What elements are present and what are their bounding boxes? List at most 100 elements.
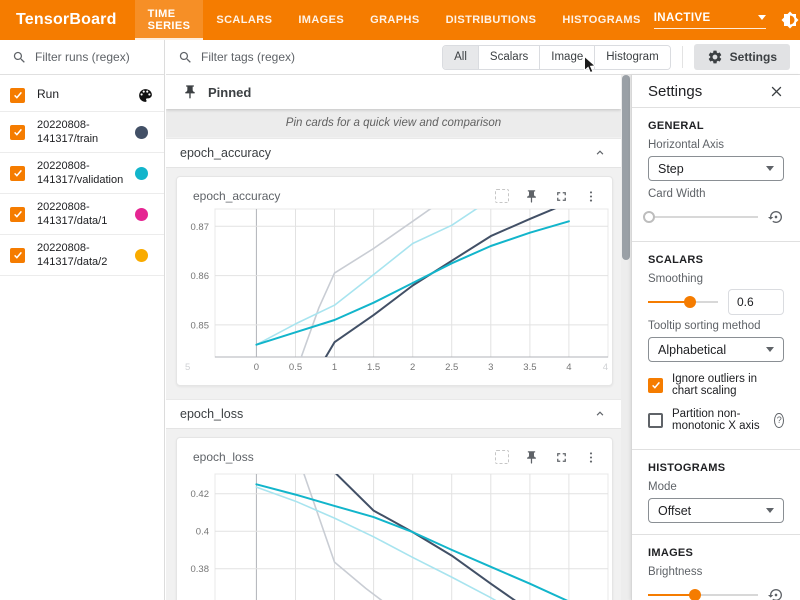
section-heading: HISTOGRAMS xyxy=(648,462,784,474)
slider-knob[interactable] xyxy=(643,211,655,223)
palette-icon[interactable] xyxy=(137,87,154,104)
run-checkbox[interactable] xyxy=(10,248,25,263)
run-row: 20220808-141317/train xyxy=(0,112,164,153)
status-dropdown[interactable]: INACTIVE xyxy=(654,12,766,29)
settings-section-images: IMAGESBrightnessContrastShow actual imag… xyxy=(632,535,800,600)
line-chart[interactable]: 0.850.860.8700.511.522.533.5454 xyxy=(177,207,614,381)
card-groups: epoch_accuracyepoch_accuracy0.850.860.87… xyxy=(166,138,621,600)
card-zone: epoch_loss 0.360.380.40.4200.511.522.533.… xyxy=(166,429,621,600)
slider-knob[interactable] xyxy=(689,589,701,600)
chevron-down-icon xyxy=(766,166,774,171)
pinned-empty-hint: Pin cards for a quick view and compariso… xyxy=(166,109,621,137)
control-label: Mode xyxy=(648,481,784,493)
vertical-scrollbar[interactable] xyxy=(621,75,631,600)
filter-button-histogram[interactable]: Histogram xyxy=(594,46,669,69)
pin-card-button[interactable] xyxy=(524,450,539,465)
tooltip-sorting-method-select[interactable]: Alphabetical xyxy=(648,337,784,362)
nav-tabs: TIME SERIESSCALARSIMAGESGRAPHSDISTRIBUTI… xyxy=(135,0,654,40)
filter-runs-input[interactable]: Filter runs (regex) xyxy=(0,40,164,75)
card-title: epoch_accuracy xyxy=(193,189,495,203)
svg-text:2.5: 2.5 xyxy=(445,362,458,373)
tag-group-title: epoch_loss xyxy=(180,407,243,421)
settings-panel-title: Settings xyxy=(648,83,702,100)
checkbox[interactable] xyxy=(648,413,663,428)
checkbox[interactable] xyxy=(648,378,663,393)
kebab-menu-button[interactable] xyxy=(584,189,598,204)
card-width-slider[interactable] xyxy=(648,216,758,218)
fit-domain-icon[interactable] xyxy=(495,450,509,464)
select-value: Step xyxy=(658,162,684,176)
help-icon[interactable]: ? xyxy=(774,413,784,428)
tab-time-series[interactable]: TIME SERIES xyxy=(135,0,204,40)
tag-type-filter-group: AllScalarsImageHistogram xyxy=(442,45,671,70)
chevron-down-icon xyxy=(766,508,774,513)
settings-section-general: GENERALHorizontal AxisStepCard Width xyxy=(632,108,800,242)
scalar-card-epoch_accuracy: epoch_accuracy0.850.860.8700.511.522.533… xyxy=(176,176,613,386)
run-row: 20220808-141317/data/2 xyxy=(0,235,164,276)
svg-text:0.85: 0.85 xyxy=(191,320,210,331)
smoothing-slider[interactable] xyxy=(648,301,718,303)
smoothing-value-input[interactable]: 0.6 xyxy=(728,289,784,315)
search-icon xyxy=(178,50,193,65)
tag-group-header-epoch_loss[interactable]: epoch_loss xyxy=(166,399,621,429)
tag-group-header-epoch_accuracy[interactable]: epoch_accuracy xyxy=(166,138,621,168)
chevron-up-icon xyxy=(593,407,607,421)
section-heading: GENERAL xyxy=(648,120,784,132)
tab-images[interactable]: IMAGES xyxy=(285,0,357,40)
run-color-dot xyxy=(135,167,148,180)
tab-histograms[interactable]: HISTOGRAMS xyxy=(549,0,653,40)
svg-text:3: 3 xyxy=(488,362,493,373)
tab-scalars[interactable]: SCALARS xyxy=(203,0,285,40)
filter-button-image[interactable]: Image xyxy=(539,46,594,69)
svg-text:3.5: 3.5 xyxy=(523,362,536,373)
fullscreen-button[interactable] xyxy=(554,189,569,204)
settings-panel: Settings GENERALHorizontal AxisStepCard … xyxy=(631,75,800,600)
checkbox-label: Partition non-monotonic X axis xyxy=(672,408,763,432)
control-label: Card Width xyxy=(648,188,784,200)
line-chart[interactable]: 0.360.380.40.4200.511.522.533.54 xyxy=(177,468,614,600)
close-icon[interactable] xyxy=(769,84,784,99)
select-all-runs-checkbox[interactable] xyxy=(10,88,25,103)
scrollbar-thumb[interactable] xyxy=(622,75,630,260)
select-value: Alphabetical xyxy=(658,343,726,357)
run-checkbox[interactable] xyxy=(10,166,25,181)
svg-text:0.4: 0.4 xyxy=(196,527,209,538)
settings-section-scalars: SCALARSSmoothing0.6Tooltip sorting metho… xyxy=(632,242,800,450)
filter-button-scalars[interactable]: Scalars xyxy=(478,46,539,69)
checkbox-label: Ignore outliers in chart scaling xyxy=(672,373,784,397)
mode-select[interactable]: Offset xyxy=(648,498,784,523)
run-color-dot xyxy=(135,249,148,262)
filter-tags-input[interactable]: Filter tags (regex) xyxy=(166,50,442,65)
horizontal-axis-select[interactable]: Step xyxy=(648,156,784,181)
run-checkbox[interactable] xyxy=(10,125,25,140)
svg-text:0: 0 xyxy=(254,362,259,373)
reset-icon[interactable] xyxy=(768,587,784,600)
pin-card-button[interactable] xyxy=(524,189,539,204)
filter-button-all[interactable]: All xyxy=(443,46,478,69)
slider-knob[interactable] xyxy=(684,296,696,308)
card-title: epoch_loss xyxy=(193,450,495,464)
partition-non-monotonic-x-axis-checkbox-row: Partition non-monotonic X axis? xyxy=(648,408,784,432)
svg-text:0.5: 0.5 xyxy=(289,362,302,373)
main-area: Filter tags (regex) AllScalarsImageHisto… xyxy=(166,40,800,600)
tab-distributions[interactable]: DISTRIBUTIONS xyxy=(433,0,550,40)
chevron-down-icon xyxy=(758,15,766,20)
tab-graphs[interactable]: GRAPHS xyxy=(357,0,432,40)
reset-icon[interactable] xyxy=(768,209,784,225)
svg-text:0.86: 0.86 xyxy=(191,271,210,282)
fit-domain-icon[interactable] xyxy=(495,189,509,203)
run-checkbox[interactable] xyxy=(10,207,25,222)
control-label: Smoothing xyxy=(648,273,784,285)
kebab-menu-button[interactable] xyxy=(584,450,598,465)
brightness-toggle-button[interactable] xyxy=(781,11,799,29)
brightness-slider[interactable] xyxy=(648,594,758,596)
fullscreen-button[interactable] xyxy=(554,450,569,465)
gear-icon xyxy=(707,49,723,65)
runs-list: 20220808-141317/train20220808-141317/val… xyxy=(0,112,164,276)
settings-button[interactable]: Settings xyxy=(694,44,790,70)
run-color-dot xyxy=(135,126,148,139)
filter-runs-placeholder: Filter runs (regex) xyxy=(35,50,130,64)
cards-scroll-area: Pinned Pin cards for a quick view and co… xyxy=(166,75,621,600)
search-icon xyxy=(12,50,27,65)
svg-text:4: 4 xyxy=(566,362,571,373)
